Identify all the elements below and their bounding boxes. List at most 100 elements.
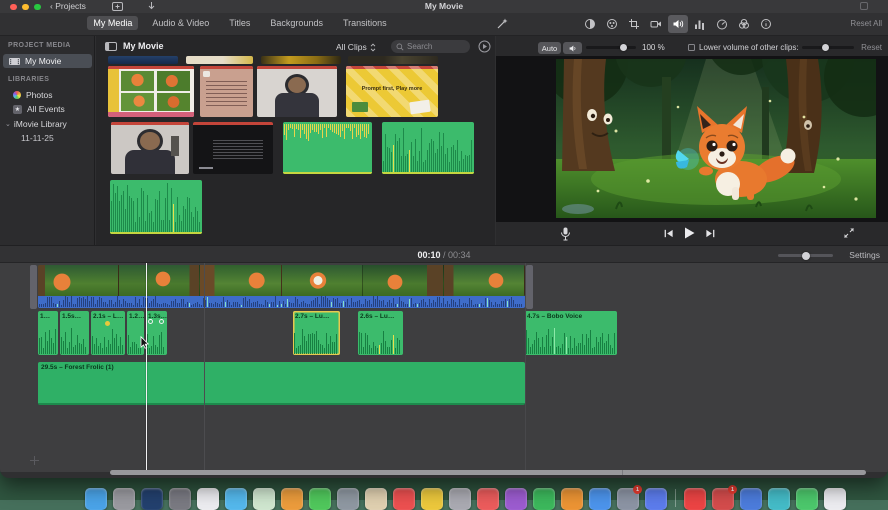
media-thumbnail-presenter[interactable] [257,66,337,117]
audio-clip[interactable]: 1.5s… [60,311,89,355]
auto-volume-button[interactable]: Auto [538,42,561,54]
audio-clip[interactable]: 1.3s… [146,311,167,355]
timeline-zoom-knob[interactable] [802,252,810,260]
lower-volume-slider[interactable] [802,46,854,49]
dock-app-icon[interactable] [505,488,527,510]
audio-clip[interactable]: 2.6s – Lu… [358,311,403,355]
timeline-zoom-slider[interactable] [778,254,833,257]
dock-app-icon[interactable] [197,488,219,510]
sidebar-item-photos[interactable]: Photos [0,88,95,102]
sidebar-item-library-date[interactable]: 11-11-25 [0,131,95,145]
horizontal-scrollbar[interactable] [110,470,866,475]
volume-slider-knob[interactable] [620,44,627,51]
media-thumbnail-fox-collage[interactable] [108,66,194,117]
media-thumbnail-screen-recording[interactable] [193,122,273,174]
media-thumbnail-notes[interactable] [200,66,253,117]
crop-icon[interactable] [624,15,644,33]
speed-icon[interactable] [712,15,732,33]
audio-clip-selected[interactable]: 2.7s – Lu… [293,311,340,355]
media-thumbnail-audio-wave[interactable] [110,180,202,234]
volume-icon[interactable] [668,15,688,33]
filters-icon[interactable] [734,15,754,33]
color-correction-icon[interactable] [602,15,622,33]
dock-app-icon[interactable] [281,488,303,510]
dock-app-icon[interactable] [740,488,762,510]
search-field[interactable] [391,40,470,53]
effect-badge-icon[interactable] [159,319,164,324]
dock-app-icon[interactable] [113,488,135,510]
media-thumbnail-audio-wave[interactable] [382,122,474,174]
fullscreen-icon[interactable] [843,227,855,239]
dock-app-icon[interactable] [337,488,359,510]
dock-app-icon[interactable] [309,488,331,510]
noise-reduction-icon[interactable] [690,15,710,33]
media-thumbnail-slide[interactable]: Prompt first, Play more [346,66,438,117]
sidebar-item-all-events[interactable]: ★ All Events [0,102,95,116]
clip-trim-handle-right[interactable] [526,265,533,309]
dock-app-icon[interactable] [684,488,706,510]
media-thumbnail-webcam[interactable] [111,122,189,174]
media-thumbnail[interactable] [261,56,341,64]
lower-volume-checkbox[interactable] [688,44,695,51]
dock-app-icon[interactable]: 1 [712,488,734,510]
video-clip-filmstrip[interactable] [38,265,525,296]
timeline-settings-button[interactable]: Settings [849,250,880,260]
playhead[interactable] [146,263,147,472]
video-clip-audio-bar[interactable] [38,296,525,308]
lower-volume-knob[interactable] [822,44,829,51]
next-frame-button[interactable] [705,228,716,239]
media-thumbnail[interactable] [348,56,438,64]
info-icon[interactable] [756,15,776,33]
dock-app-icon[interactable] [561,488,583,510]
dock-app-icon[interactable] [169,488,191,510]
audio-clip[interactable]: 1… [38,311,58,355]
tab-backgrounds[interactable]: Backgrounds [264,16,329,30]
dock-app-icon[interactable] [141,488,163,510]
dock-app-icon[interactable] [225,488,247,510]
mute-button[interactable] [563,42,582,54]
media-thumbnail-audio-yellow[interactable] [283,122,372,174]
clip-trim-handle-left[interactable] [30,265,37,309]
media-thumbnail[interactable] [186,56,253,64]
sidebar-item-my-movie[interactable]: My Movie [3,54,92,68]
audio-clip[interactable]: 2.1s – L… [91,311,125,355]
clip-filter-dropdown[interactable]: All Clips [336,42,376,52]
play-button[interactable] [682,226,696,240]
dock-app-icon[interactable] [796,488,818,510]
sidebar-item-imovie-library[interactable]: ⌄ iMovie Library [0,117,95,131]
dock-app-icon[interactable] [533,488,555,510]
dock-app-icon[interactable]: 1 [617,488,639,510]
stabilization-icon[interactable] [646,15,666,33]
search-input[interactable] [407,42,465,51]
dock-app-icon[interactable] [645,488,667,510]
music-clip[interactable]: 29.5s – Forest Frolic (1) [38,362,525,405]
effect-badge-icon[interactable] [105,321,110,326]
tab-my-media[interactable]: My Media [87,16,138,30]
dock-app-icon[interactable] [85,488,107,510]
dock-app-icon[interactable] [253,488,275,510]
effect-badge-icon[interactable] [148,319,153,324]
tab-audio-video[interactable]: Audio & Video [146,16,215,30]
continuous-playback-icon[interactable] [478,40,491,53]
media-thumbnail[interactable] [108,56,178,64]
dock-app-icon[interactable] [768,488,790,510]
volume-slider[interactable] [586,46,636,49]
reset-all-button[interactable]: Reset All [850,19,882,28]
color-balance-icon[interactable] [580,15,600,33]
dock-app-icon[interactable] [421,488,443,510]
dock-app-icon[interactable] [589,488,611,510]
enhance-wand-icon[interactable] [496,17,509,30]
dock-app-icon[interactable] [449,488,471,510]
reset-button[interactable]: Reset [861,43,882,52]
dock-app-icon[interactable] [477,488,499,510]
toggle-sidebar-icon[interactable] [105,42,117,51]
audio-clip[interactable]: 4.7s – Bobo Voice [525,311,617,355]
previous-frame-button[interactable] [663,228,674,239]
dock-app-icon[interactable] [365,488,387,510]
dock-app-icon[interactable] [824,488,846,510]
dock-app-icon[interactable] [393,488,415,510]
tab-titles[interactable]: Titles [223,16,256,30]
record-voiceover-mic-icon[interactable] [560,227,571,241]
titlebar-extra-icon[interactable] [860,2,868,10]
tab-transitions[interactable]: Transitions [337,16,393,30]
